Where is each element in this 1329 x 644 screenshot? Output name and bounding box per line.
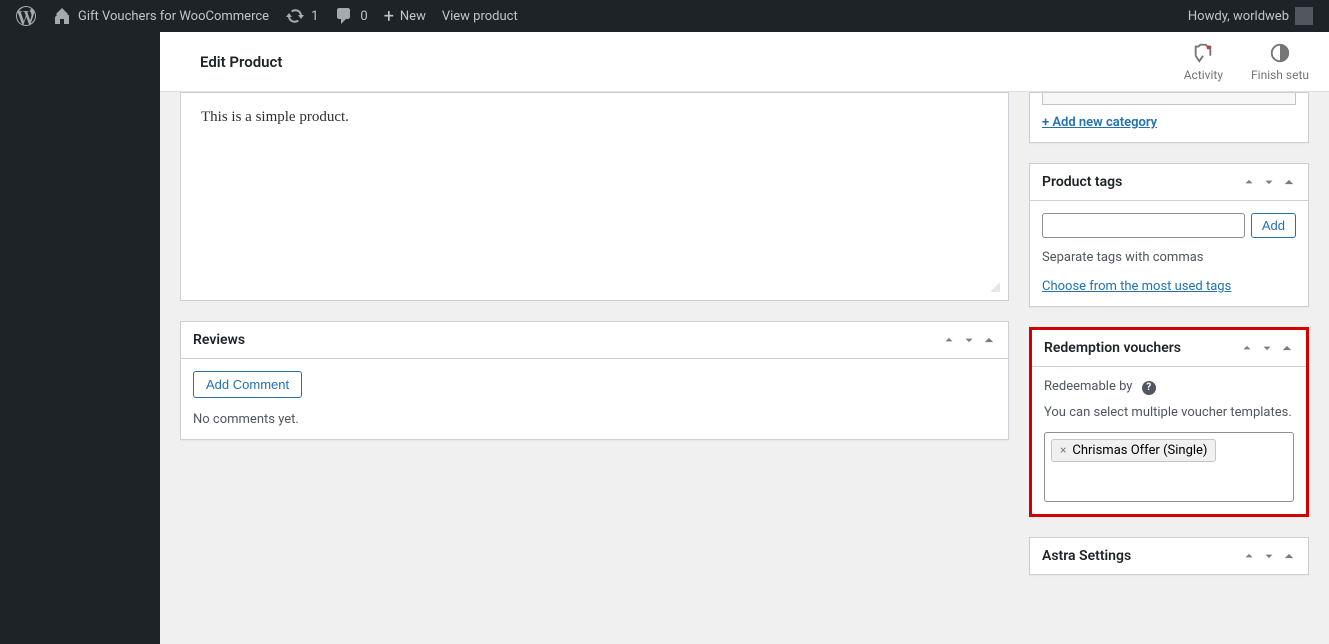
admin-menu[interactable] <box>0 32 160 644</box>
chevron-down-icon[interactable] <box>962 333 976 347</box>
remove-chip-icon[interactable]: × <box>1060 443 1066 457</box>
avatar <box>1295 7 1313 25</box>
new-label: New <box>400 9 426 24</box>
chevron-up-icon[interactable] <box>1240 341 1254 355</box>
tag-input[interactable] <box>1042 213 1245 238</box>
admin-bar: Gift Vouchers for WooCommerce 1 0 + New … <box>0 0 1329 32</box>
toggle-icon[interactable] <box>1282 549 1296 563</box>
new-content[interactable]: + New <box>376 0 434 32</box>
voucher-chip: × Chrismas Offer (Single) <box>1051 439 1216 462</box>
reviews-controls <box>942 333 996 347</box>
reviews-box: Reviews Add Comment No comments yet. <box>180 321 1009 440</box>
toggle-icon[interactable] <box>982 333 996 347</box>
help-icon[interactable]: ? <box>1142 381 1156 395</box>
redeemable-label: Redeemable by <box>1044 379 1132 394</box>
site-title: Gift Vouchers for WooCommerce <box>78 9 269 24</box>
redemption-vouchers-box: Redemption vouchers Redeemable by ? You … <box>1029 327 1309 517</box>
add-tag-button[interactable]: Add <box>1251 213 1296 238</box>
toggle-icon[interactable] <box>1282 175 1296 189</box>
toggle-icon[interactable] <box>1280 341 1294 355</box>
vouchers-desc: You can select multiple voucher template… <box>1044 405 1294 420</box>
comments-count: 0 <box>360 9 367 24</box>
tags-title: Product tags <box>1042 174 1122 190</box>
add-category-link[interactable]: + Add new category <box>1042 115 1157 130</box>
categories-box: + Add new category <box>1029 92 1309 143</box>
chevron-up-icon[interactable] <box>942 333 956 347</box>
view-product[interactable]: View product <box>434 0 526 32</box>
site-name[interactable]: Gift Vouchers for WooCommerce <box>44 0 277 32</box>
updates-count: 1 <box>311 9 318 24</box>
page-title: Edit Product <box>200 53 282 71</box>
product-tags-box: Product tags Add Separate tags with comm <box>1029 163 1309 307</box>
chevron-down-icon[interactable] <box>1260 341 1274 355</box>
vouchers-title: Redemption vouchers <box>1044 340 1181 356</box>
howdy-account[interactable]: Howdy, worldweb <box>1180 0 1321 32</box>
finish-setup-button[interactable]: Finish setu <box>1251 42 1309 82</box>
chevron-down-icon[interactable] <box>1262 175 1276 189</box>
chevron-up-icon[interactable] <box>1242 549 1256 563</box>
astra-settings-box: Astra Settings <box>1029 537 1309 575</box>
page-header: Edit Product Activity Finish setu <box>160 32 1329 92</box>
activity-button[interactable]: Activity <box>1184 42 1223 82</box>
comments[interactable]: 0 <box>326 0 375 32</box>
updates[interactable]: 1 <box>277 0 326 32</box>
description-editor[interactable]: This is a simple product. <box>187 99 1002 294</box>
wp-logo[interactable] <box>8 0 44 32</box>
voucher-select[interactable]: × Chrismas Offer (Single) <box>1044 432 1294 502</box>
chevron-up-icon[interactable] <box>1242 175 1256 189</box>
add-comment-button[interactable]: Add Comment <box>193 371 302 398</box>
no-comments-text: No comments yet. <box>193 412 996 427</box>
product-description-box: This is a simple product. <box>180 92 1009 301</box>
choose-tags-link[interactable]: Choose from the most used tags <box>1042 279 1231 294</box>
tag-hint: Separate tags with commas <box>1042 250 1296 265</box>
astra-title: Astra Settings <box>1042 548 1131 564</box>
chevron-down-icon[interactable] <box>1262 549 1276 563</box>
reviews-title: Reviews <box>193 332 245 348</box>
